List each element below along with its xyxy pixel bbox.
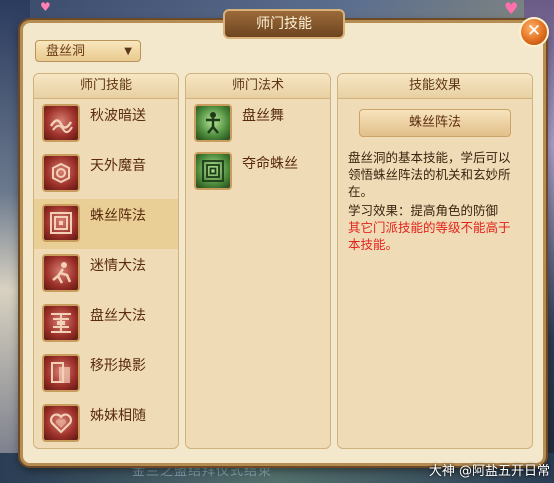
skills-label: 盘丝大法	[90, 308, 146, 324]
heart-icon-glyph	[50, 413, 72, 434]
effect-warning: 其它门派技能的等级不能高于本技能。	[348, 220, 511, 252]
web-icon	[42, 304, 80, 342]
dancer-icon-glyph	[206, 112, 220, 134]
window-title: 师门技能	[223, 9, 345, 39]
spiral-maze-icon	[42, 204, 80, 242]
arts-column: 师门法术 盘丝舞夺命蛛丝	[185, 73, 331, 449]
heart-icon: ♥	[504, 0, 519, 18]
skills-row[interactable]: 天外魔音	[34, 149, 178, 199]
arts-row[interactable]: 夺命蛛丝	[186, 147, 330, 195]
bell-icon-glyph	[52, 162, 70, 184]
skills-label: 天外魔音	[90, 158, 146, 174]
skills-label: 秋波暗送	[90, 108, 146, 124]
watermark: 大神 @阿盐五开日常	[428, 464, 550, 479]
shadow-icon	[42, 354, 80, 392]
arts-header: 师门法术	[186, 74, 330, 99]
effect-title: 蛛丝阵法	[359, 109, 511, 137]
maze-icon	[194, 152, 232, 190]
spiral-maze-icon-glyph	[50, 212, 72, 234]
effect-description: 盘丝洞的基本技能，学后可以领悟蛛丝阵法的机关和玄妙所在。	[348, 150, 511, 199]
skills-label: 迷情大法	[90, 258, 146, 274]
arts-label: 盘丝舞	[242, 108, 284, 124]
school-dropdown-value: 盘丝洞	[46, 44, 86, 59]
shadow-icon-glyph	[51, 362, 70, 383]
skills-row[interactable]: 迷情大法	[34, 249, 178, 299]
skills-row[interactable]: 秋波暗送	[34, 99, 178, 149]
heart-icon: ♥	[40, 0, 51, 14]
skills-label: 姊妹相随	[90, 408, 146, 424]
school-dropdown[interactable]: 盘丝洞 ▼	[35, 40, 141, 62]
skills-row[interactable]: 姊妹相随	[34, 399, 178, 448]
chevron-down-icon: ▼	[124, 46, 132, 57]
skills-label: 蛛丝阵法	[90, 208, 146, 224]
effect-header: 技能效果	[338, 74, 532, 99]
heart-icon	[42, 404, 80, 442]
wave-icon	[42, 104, 80, 142]
effect-column: 技能效果 蛛丝阵法 盘丝洞的基本技能，学后可以领悟蛛丝阵法的机关和玄妙所在。 学…	[337, 73, 533, 449]
maze-icon-glyph	[202, 160, 224, 182]
dancer-icon	[194, 104, 232, 142]
effect-learning-line: 学习效果：提高角色的防御	[348, 203, 499, 218]
skills-column: 师门技能 秋波暗送天外魔音蛛丝阵法迷情大法盘丝大法移形换影姊妹相随	[33, 73, 179, 449]
bell-icon	[42, 154, 80, 192]
skills-header: 师门技能	[34, 74, 178, 99]
close-button[interactable]: ✕	[519, 17, 549, 47]
skill-window: 师门技能 ✕ 盘丝洞 ▼ 师门技能 秋波暗送 天外魔音 蛛丝阵法 迷情大法 盘丝大法 移形…	[20, 9, 549, 466]
skills-row[interactable]: 盘丝大法	[34, 299, 178, 349]
arts-label: 夺命蛛丝	[242, 156, 298, 172]
close-icon: ✕	[526, 21, 542, 41]
figure-icon	[42, 254, 80, 292]
skills-label: 移形换影	[90, 358, 146, 374]
skills-row[interactable]: 蛛丝阵法	[34, 199, 178, 249]
wave-icon-glyph	[49, 119, 73, 133]
figure-icon-glyph	[52, 262, 72, 284]
arts-row[interactable]: 盘丝舞	[186, 99, 330, 147]
skills-row[interactable]: 移形换影	[34, 349, 178, 399]
web-icon-glyph	[51, 313, 71, 333]
